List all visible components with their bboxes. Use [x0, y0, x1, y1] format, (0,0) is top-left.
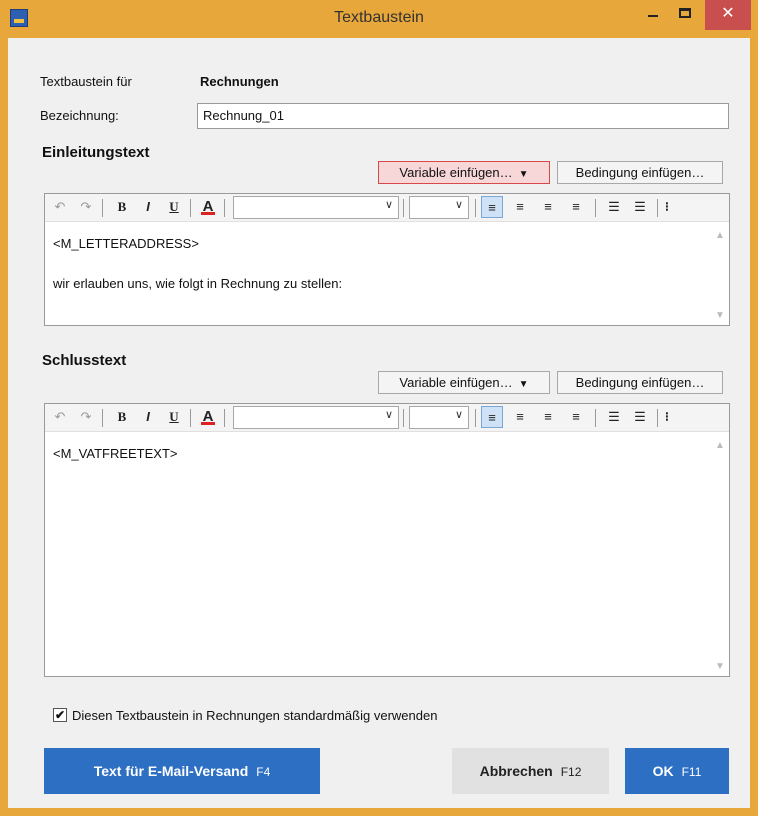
- more-tools-icon[interactable]: ⁝: [661, 196, 673, 218]
- intro-condition-button[interactable]: Bedingung einfügen…: [557, 161, 723, 184]
- bullet-list-icon[interactable]: ☰: [603, 406, 625, 428]
- italic-icon[interactable]: I: [137, 196, 159, 218]
- maximize-icon: [679, 8, 691, 18]
- toolbar-separator: [224, 409, 225, 427]
- close-icon: ✕: [721, 5, 735, 22]
- chevron-down-icon: ∨: [454, 409, 463, 421]
- redo-icon[interactable]: ↷: [75, 406, 97, 428]
- title-bar[interactable]: Textbaustein ✕: [0, 0, 758, 38]
- dialog-window: Textbaustein ✕ Textbaustein für Rechnung…: [0, 0, 758, 816]
- underline-icon[interactable]: U: [163, 196, 185, 218]
- maximize-button[interactable]: [670, 0, 700, 30]
- dialog-body: Textbaustein für Rechnungen Bezeichnung:…: [8, 38, 750, 808]
- justify-icon[interactable]: ≡: [565, 406, 587, 428]
- undo-icon[interactable]: ↶: [49, 406, 71, 428]
- scroll-down-icon[interactable]: ▼: [711, 661, 729, 672]
- intro-line-1: <M_LETTERADDRESS>: [53, 236, 199, 251]
- numbered-list-icon[interactable]: ☰: [629, 406, 651, 428]
- font-family-select[interactable]: ∨: [233, 406, 399, 429]
- default-checkbox[interactable]: ✔: [53, 708, 67, 722]
- italic-icon[interactable]: I: [137, 406, 159, 428]
- closing-line-1: <M_VATFREETEXT>: [53, 446, 178, 461]
- toolbar-separator: [657, 199, 658, 217]
- align-right-icon[interactable]: ≡: [537, 196, 559, 218]
- more-tools-icon[interactable]: ⁝: [661, 406, 673, 428]
- intro-content[interactable]: <M_LETTERADDRESS> wir erlauben uns, wie …: [53, 234, 705, 294]
- font-color-bar: [201, 422, 215, 425]
- email-text-label: Text für E-Mail-Versand: [93, 763, 249, 779]
- toolbar-separator: [403, 199, 404, 217]
- name-label: Bezeichnung:: [40, 108, 119, 123]
- chevron-down-icon: ∨: [384, 409, 393, 421]
- toolbar-separator: [595, 199, 596, 217]
- for-value: Rechnungen: [200, 74, 279, 89]
- toolbar-separator: [102, 409, 103, 427]
- chevron-down-icon: ▼: [518, 379, 529, 390]
- closing-title: Schlusstext: [42, 352, 127, 369]
- closing-content[interactable]: <M_VATFREETEXT>: [53, 444, 705, 464]
- bold-icon[interactable]: B: [111, 406, 133, 428]
- align-center-icon[interactable]: ≡: [509, 406, 531, 428]
- bullet-list-icon[interactable]: ☰: [603, 196, 625, 218]
- minimize-button[interactable]: [638, 0, 668, 30]
- closing-scrollbar[interactable]: ▲ ▼: [711, 432, 729, 676]
- toolbar-separator: [190, 199, 191, 217]
- toolbar-separator: [190, 409, 191, 427]
- chevron-down-icon: ∨: [454, 199, 463, 211]
- font-color-icon[interactable]: A: [197, 196, 219, 218]
- cancel-shortcut: F12: [560, 765, 582, 779]
- intro-toolbar: ↶ ↷ B I U A ∨ ∨ ≡ ≡ ≡ ≡ ☰ ☰ ⁝: [45, 194, 729, 222]
- toolbar-separator: [475, 199, 476, 217]
- closing-toolbar: ↶ ↷ B I U A ∨ ∨ ≡ ≡ ≡ ≡ ☰ ☰ ⁝: [45, 404, 729, 432]
- scroll-up-icon[interactable]: ▲: [711, 440, 729, 451]
- scroll-up-icon[interactable]: ▲: [711, 230, 729, 241]
- font-color-icon[interactable]: A: [197, 406, 219, 428]
- align-right-icon[interactable]: ≡: [537, 406, 559, 428]
- cancel-button[interactable]: Abbrechen F12: [452, 748, 609, 794]
- intro-title: Einleitungstext: [42, 144, 150, 161]
- undo-icon[interactable]: ↶: [49, 196, 71, 218]
- minimize-icon: [648, 15, 658, 17]
- align-left-icon[interactable]: ≡: [481, 406, 503, 428]
- font-size-select[interactable]: ∨: [409, 406, 469, 429]
- toolbar-separator: [403, 409, 404, 427]
- ok-shortcut: F11: [681, 765, 702, 779]
- font-size-select[interactable]: ∨: [409, 196, 469, 219]
- email-text-button[interactable]: Text für E-Mail-Versand F4: [44, 748, 320, 794]
- numbered-list-icon[interactable]: ☰: [629, 196, 651, 218]
- redo-icon[interactable]: ↷: [75, 196, 97, 218]
- default-checkbox-label[interactable]: Diesen Textbaustein in Rechnungen standa…: [72, 708, 437, 723]
- chevron-down-icon: ▼: [518, 169, 529, 180]
- toolbar-separator: [224, 199, 225, 217]
- intro-scrollbar[interactable]: ▲ ▼: [711, 222, 729, 325]
- toolbar-separator: [657, 409, 658, 427]
- for-label: Textbaustein für: [40, 74, 132, 89]
- toolbar-separator: [475, 409, 476, 427]
- closing-variable-label: Variable einfügen…: [399, 375, 513, 390]
- closing-variable-button[interactable]: Variable einfügen… ▼: [378, 371, 550, 394]
- ok-button[interactable]: OK F11: [625, 748, 729, 794]
- toolbar-separator: [595, 409, 596, 427]
- name-input[interactable]: Rechnung_01: [197, 103, 729, 129]
- scroll-down-icon[interactable]: ▼: [711, 310, 729, 321]
- font-family-select[interactable]: ∨: [233, 196, 399, 219]
- close-button[interactable]: ✕: [705, 0, 751, 30]
- bold-icon[interactable]: B: [111, 196, 133, 218]
- justify-icon[interactable]: ≡: [565, 196, 587, 218]
- closing-editor[interactable]: ↶ ↷ B I U A ∨ ∨ ≡ ≡ ≡ ≡ ☰ ☰ ⁝ <M_VATFREE…: [44, 403, 730, 677]
- underline-icon[interactable]: U: [163, 406, 185, 428]
- closing-condition-button[interactable]: Bedingung einfügen…: [557, 371, 723, 394]
- intro-variable-label: Variable einfügen…: [399, 165, 513, 180]
- align-center-icon[interactable]: ≡: [509, 196, 531, 218]
- toolbar-separator: [102, 199, 103, 217]
- ok-label: OK: [652, 763, 674, 779]
- email-text-shortcut: F4: [256, 765, 271, 779]
- intro-editor[interactable]: ↶ ↷ B I U A ∨ ∨ ≡ ≡ ≡ ≡ ☰ ☰ ⁝ <M_LETTERA…: [44, 193, 730, 326]
- align-left-icon[interactable]: ≡: [481, 196, 503, 218]
- font-color-bar: [201, 212, 215, 215]
- chevron-down-icon: ∨: [384, 199, 393, 211]
- intro-line-2: wir erlauben uns, wie folgt in Rechnung …: [53, 276, 343, 291]
- cancel-label: Abbrechen: [479, 763, 553, 779]
- intro-variable-button[interactable]: Variable einfügen… ▼: [378, 161, 550, 184]
